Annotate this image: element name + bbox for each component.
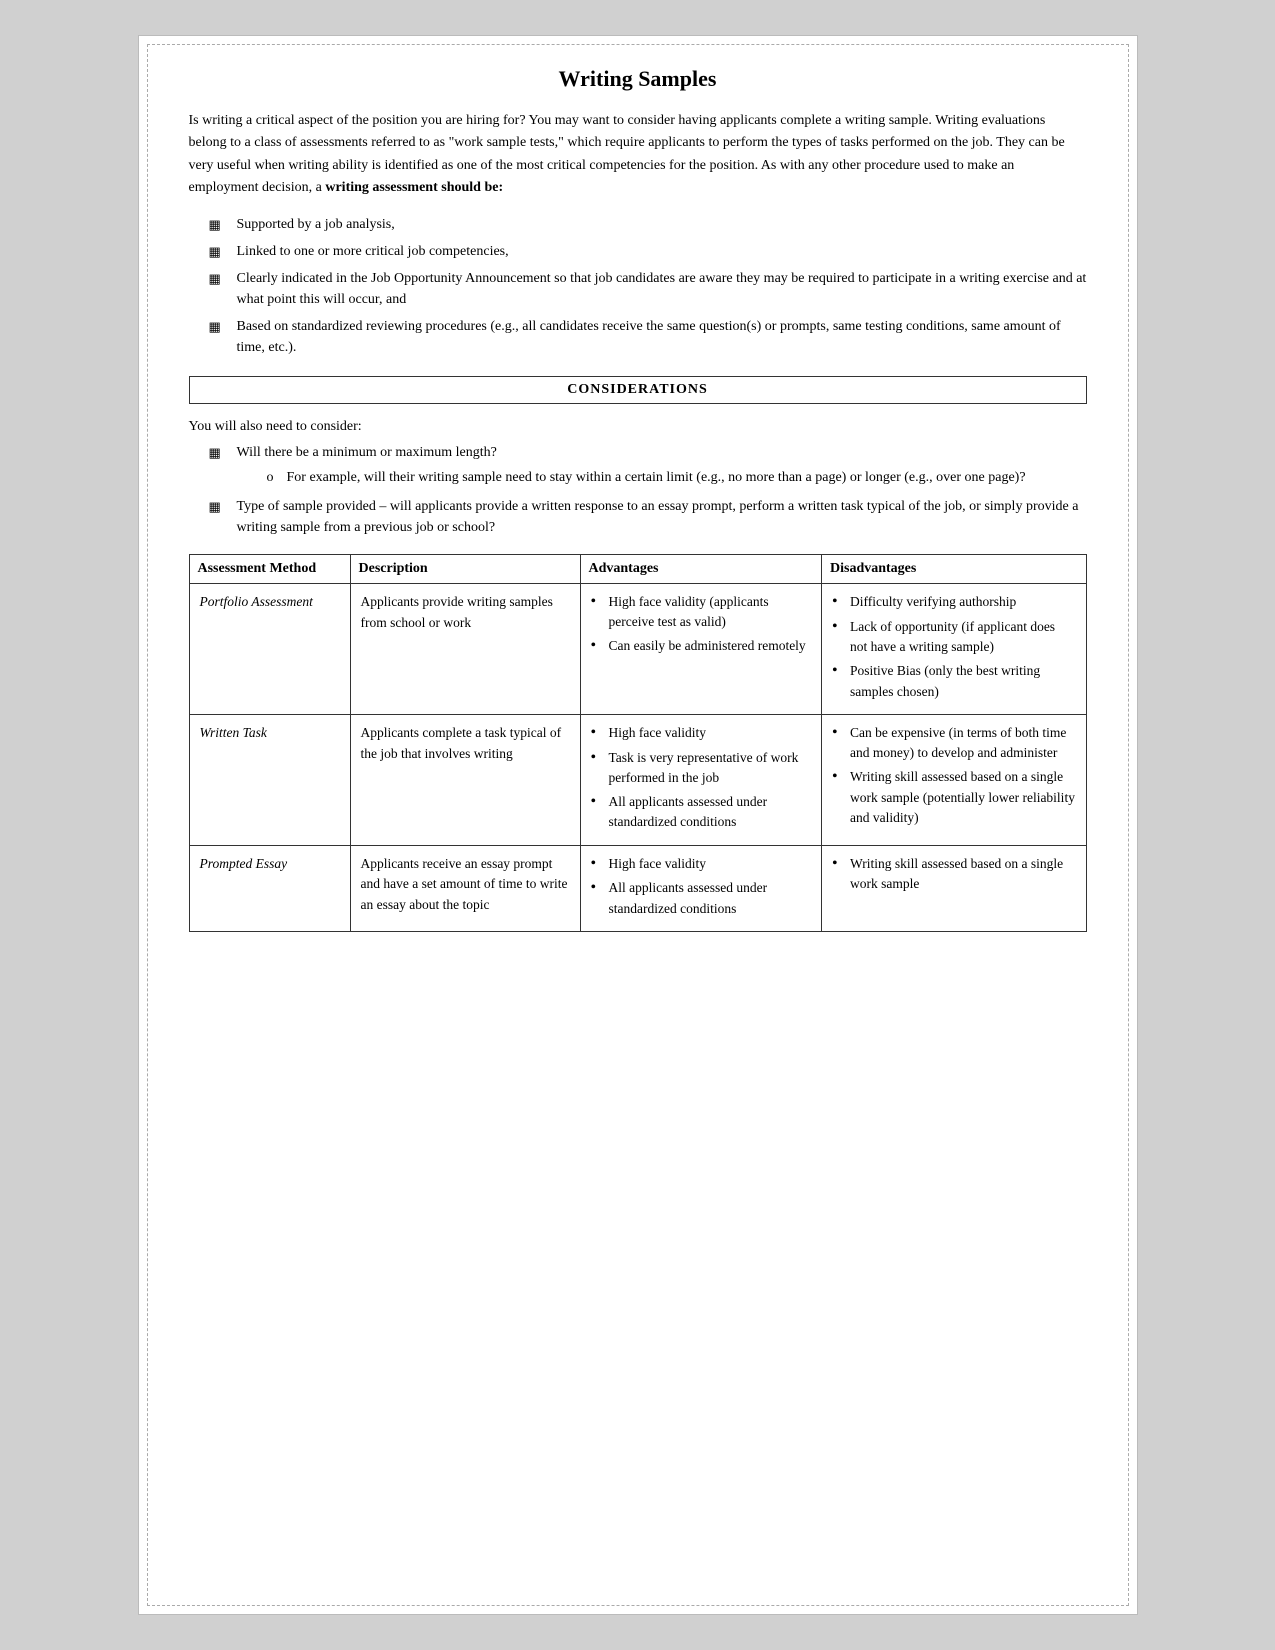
list-item: • Writing skill assessed based on a sing… [832, 854, 1076, 895]
bullet-icon-4: ▦ [209, 317, 231, 337]
advantages-portfolio: • High face validity (applicants perceiv… [580, 583, 822, 714]
method-written-task: Written Task [189, 714, 350, 845]
advantages-prompted-essay: • High face validity • All applicants as… [580, 845, 822, 931]
table-header-row: Assessment Method Description Advantages… [189, 554, 1086, 583]
dot-icon: • [832, 617, 846, 638]
list-item: ▦ Clearly indicated in the Job Opportuni… [209, 268, 1087, 310]
advantages-list: • High face validity • Task is very repr… [591, 723, 812, 833]
consider-list: ▦ Will there be a minimum or maximum len… [209, 442, 1087, 538]
list-item: • All applicants assessed under standard… [591, 878, 812, 919]
disadvantages-portfolio: • Difficulty verifying authorship • Lack… [822, 583, 1087, 714]
disadvantages-written-task: • Can be expensive (in terms of both tim… [822, 714, 1087, 845]
list-item: • Lack of opportunity (if applicant does… [832, 617, 1076, 658]
dot-icon: • [591, 792, 605, 813]
intro-paragraph: Is writing a critical aspect of the posi… [189, 110, 1087, 200]
dot-icon: • [591, 592, 605, 613]
advantages-list: • High face validity (applicants perceiv… [591, 592, 812, 657]
list-item: • Can be expensive (in terms of both tim… [832, 723, 1076, 764]
list-item: ▦ Linked to one or more critical job com… [209, 241, 1087, 262]
considerations-section: You will also need to consider: ▦ Will t… [189, 416, 1087, 538]
disadvantages-list: • Writing skill assessed based on a sing… [832, 854, 1076, 895]
bullet-icon-3: ▦ [209, 269, 231, 289]
requirements-list: ▦ Supported by a job analysis, ▦ Linked … [209, 214, 1087, 358]
list-item: • Can easily be administered remotely [591, 636, 812, 657]
list-item: • Difficulty verifying authorship [832, 592, 1076, 613]
bullet-icon-2: ▦ [209, 242, 231, 262]
list-item: • Positive Bias (only the best writing s… [832, 661, 1076, 702]
table-row: Prompted Essay Applicants receive an ess… [189, 845, 1086, 931]
table-row: Portfolio Assessment Applicants provide … [189, 583, 1086, 714]
consider-intro: You will also need to consider: [189, 416, 1087, 438]
list-item: ▦ Based on standardized reviewing proced… [209, 316, 1087, 358]
list-item: • All applicants assessed under standard… [591, 792, 812, 833]
bullet-icon-c1: ▦ [209, 443, 231, 463]
col-header-description: Description [350, 554, 580, 583]
dot-icon: • [832, 592, 846, 613]
table-row: Written Task Applicants complete a task … [189, 714, 1086, 845]
description-portfolio: Applicants provide writing samples from … [350, 583, 580, 714]
dot-icon: • [832, 767, 846, 788]
col-header-advantages: Advantages [580, 554, 822, 583]
list-item: ▦ Supported by a job analysis, [209, 214, 1087, 235]
assessment-table: Assessment Method Description Advantages… [189, 554, 1087, 932]
dot-icon: • [591, 636, 605, 657]
bullet-icon-1: ▦ [209, 215, 231, 235]
col-header-disadvantages: Disadvantages [822, 554, 1087, 583]
page-title: Writing Samples [189, 66, 1087, 92]
page: Writing Samples Is writing a critical as… [138, 35, 1138, 1615]
list-item: • Writing skill assessed based on a sing… [832, 767, 1076, 828]
dot-icon: • [591, 723, 605, 744]
col-header-method: Assessment Method [189, 554, 350, 583]
list-item: • High face validity (applicants perceiv… [591, 592, 812, 633]
description-prompted-essay: Applicants receive an essay prompt and h… [350, 845, 580, 931]
dot-icon: • [591, 878, 605, 899]
disadvantages-prompted-essay: • Writing skill assessed based on a sing… [822, 845, 1087, 931]
list-item: o For example, will their writing sample… [267, 467, 1026, 488]
list-item: ▦ Type of sample provided – will applica… [209, 496, 1087, 538]
considerations-header: CONSIDERATIONS [189, 376, 1087, 404]
list-item: • High face validity [591, 854, 812, 875]
dot-icon: • [591, 854, 605, 875]
sub-bullet: o [267, 467, 283, 488]
list-item: ▦ Will there be a minimum or maximum len… [209, 442, 1087, 492]
advantages-written-task: • High face validity • Task is very repr… [580, 714, 822, 845]
method-prompted-essay: Prompted Essay [189, 845, 350, 931]
advantages-list: • High face validity • All applicants as… [591, 854, 812, 919]
list-item: • High face validity [591, 723, 812, 744]
dot-icon: • [832, 723, 846, 744]
disadvantages-list: • Can be expensive (in terms of both tim… [832, 723, 1076, 828]
description-written-task: Applicants complete a task typical of th… [350, 714, 580, 845]
dot-icon: • [591, 748, 605, 769]
sub-list: o For example, will their writing sample… [267, 467, 1026, 488]
bullet-icon-c2: ▦ [209, 497, 231, 517]
dot-icon: • [832, 661, 846, 682]
list-item: • Task is very representative of work pe… [591, 748, 812, 789]
method-portfolio: Portfolio Assessment [189, 583, 350, 714]
dot-icon: • [832, 854, 846, 875]
disadvantages-list: • Difficulty verifying authorship • Lack… [832, 592, 1076, 702]
